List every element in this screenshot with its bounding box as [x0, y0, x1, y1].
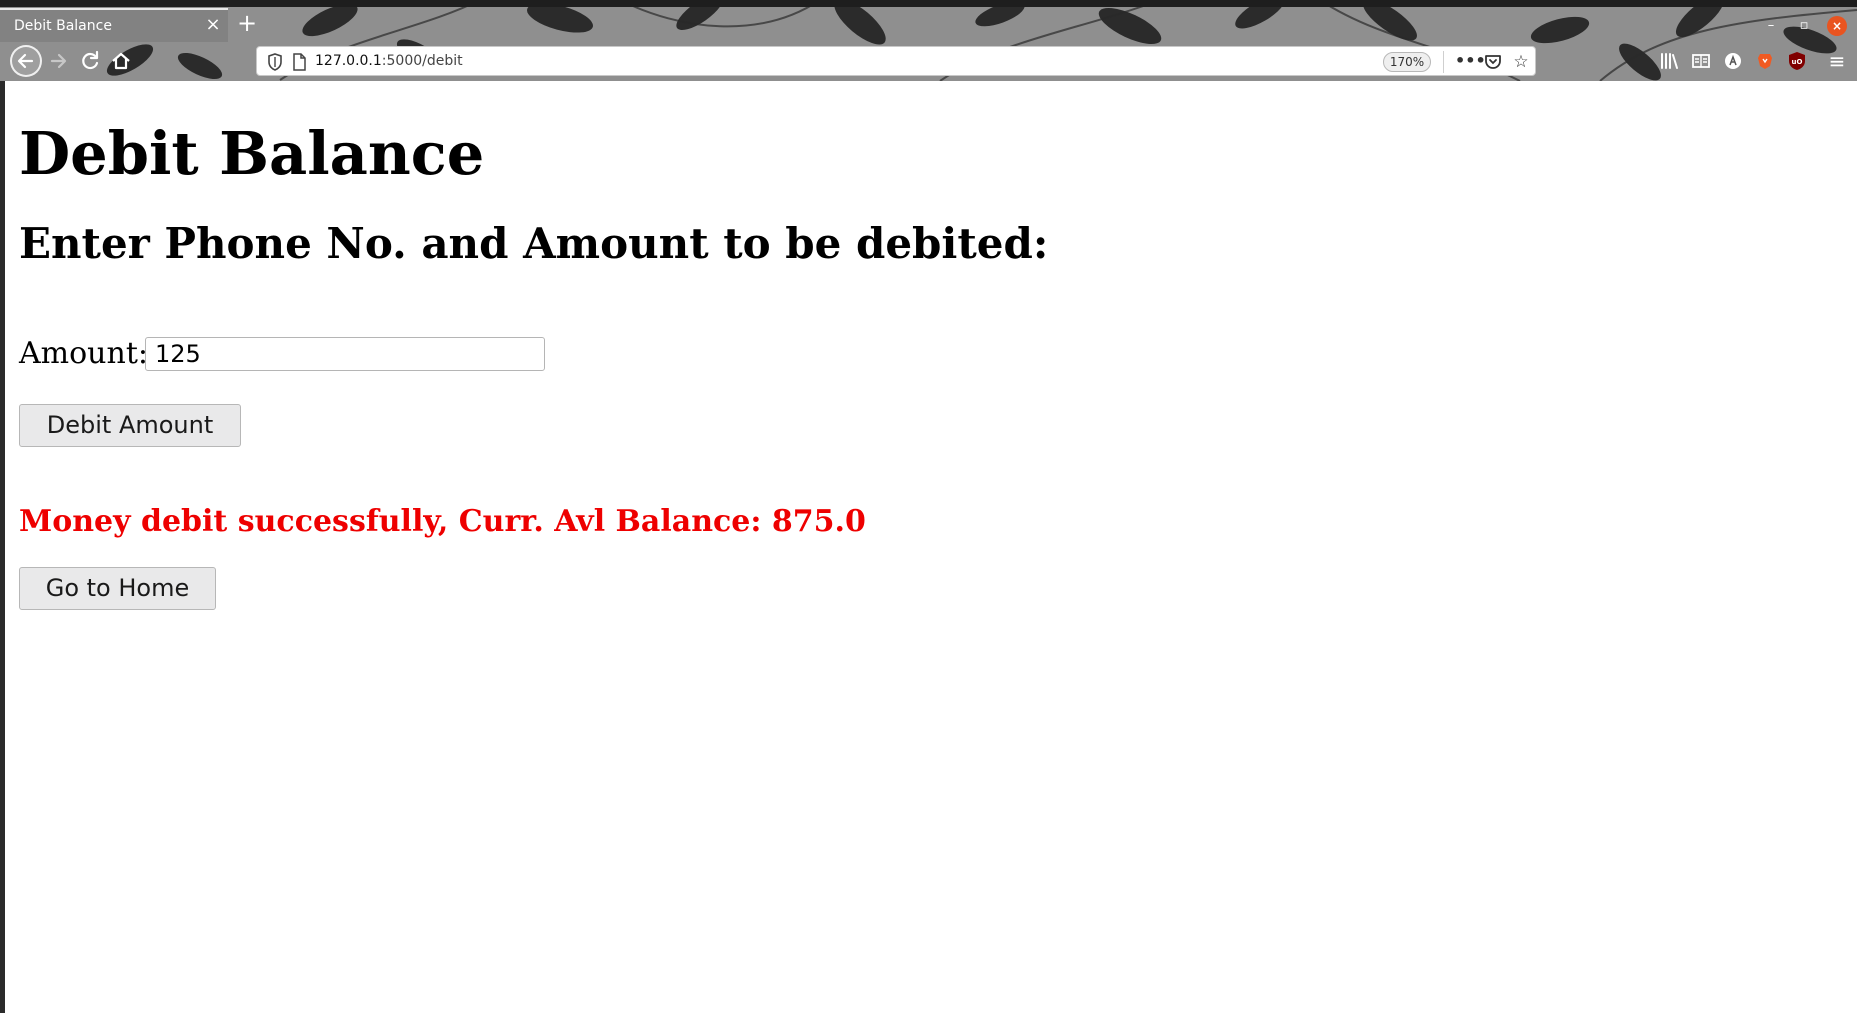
maximize-button[interactable]: ▫ [1794, 16, 1814, 36]
hamburger-menu-icon[interactable]: ≡ [1826, 50, 1848, 72]
debit-amount-button[interactable]: Debit Amount [19, 404, 241, 447]
library-icon[interactable] [1658, 50, 1680, 72]
brave-icon[interactable] [1754, 50, 1776, 72]
go-to-home-button[interactable]: Go to Home [19, 567, 216, 610]
title-bar-strip [0, 0, 1857, 7]
address-bar[interactable]: 127.0.0.1:5000/debit 170% ••• ☆ [256, 46, 1536, 76]
zoom-level-badge[interactable]: 170% [1383, 52, 1431, 72]
svg-text:uO: uO [1792, 58, 1803, 66]
url-text[interactable]: 127.0.0.1:5000/debit [315, 53, 463, 69]
url-path: :5000/debit [381, 53, 463, 69]
address-bar-divider [1443, 51, 1444, 73]
star-icon[interactable]: ☆ [1511, 52, 1531, 72]
tab-debit-balance[interactable]: Debit Balance × [0, 8, 228, 42]
page-content: Debit Balance Enter Phone No. and Amount… [5, 81, 1857, 1013]
forward-arrow-icon[interactable] [44, 47, 72, 75]
more-actions-icon[interactable]: ••• [1455, 52, 1486, 72]
back-arrow-icon[interactable] [10, 45, 42, 77]
home-icon[interactable] [107, 47, 135, 75]
ublock-icon[interactable]: uO [1786, 50, 1808, 72]
page-icon [291, 53, 307, 75]
pocket-icon[interactable] [1483, 52, 1503, 72]
account-icon[interactable] [1722, 50, 1744, 72]
page-subtitle: Enter Phone No. and Amount to be debited… [19, 219, 1049, 268]
shield-icon[interactable] [267, 53, 283, 75]
page-title: Debit Balance [19, 119, 485, 188]
url-host: 127.0.0.1 [315, 53, 382, 69]
reload-icon[interactable] [76, 47, 104, 75]
amount-input[interactable]: 125 [145, 337, 545, 371]
browser-toolbar: Debit Balance × + – ▫ × 127.0.0.1:5000/d… [0, 0, 1857, 81]
browser-window: Debit Balance × + – ▫ × 127.0.0.1:5000/d… [0, 0, 1857, 1013]
status-message: Money debit successfully, Curr. Avl Bala… [19, 504, 866, 539]
new-tab-button[interactable]: + [236, 11, 258, 35]
window-close-button[interactable]: × [1827, 16, 1847, 36]
amount-label: Amount: [19, 336, 148, 371]
tab-close-icon[interactable]: × [204, 16, 222, 34]
minimize-button[interactable]: – [1761, 16, 1781, 36]
tab-title: Debit Balance [14, 18, 112, 34]
reader-icon[interactable] [1690, 50, 1712, 72]
